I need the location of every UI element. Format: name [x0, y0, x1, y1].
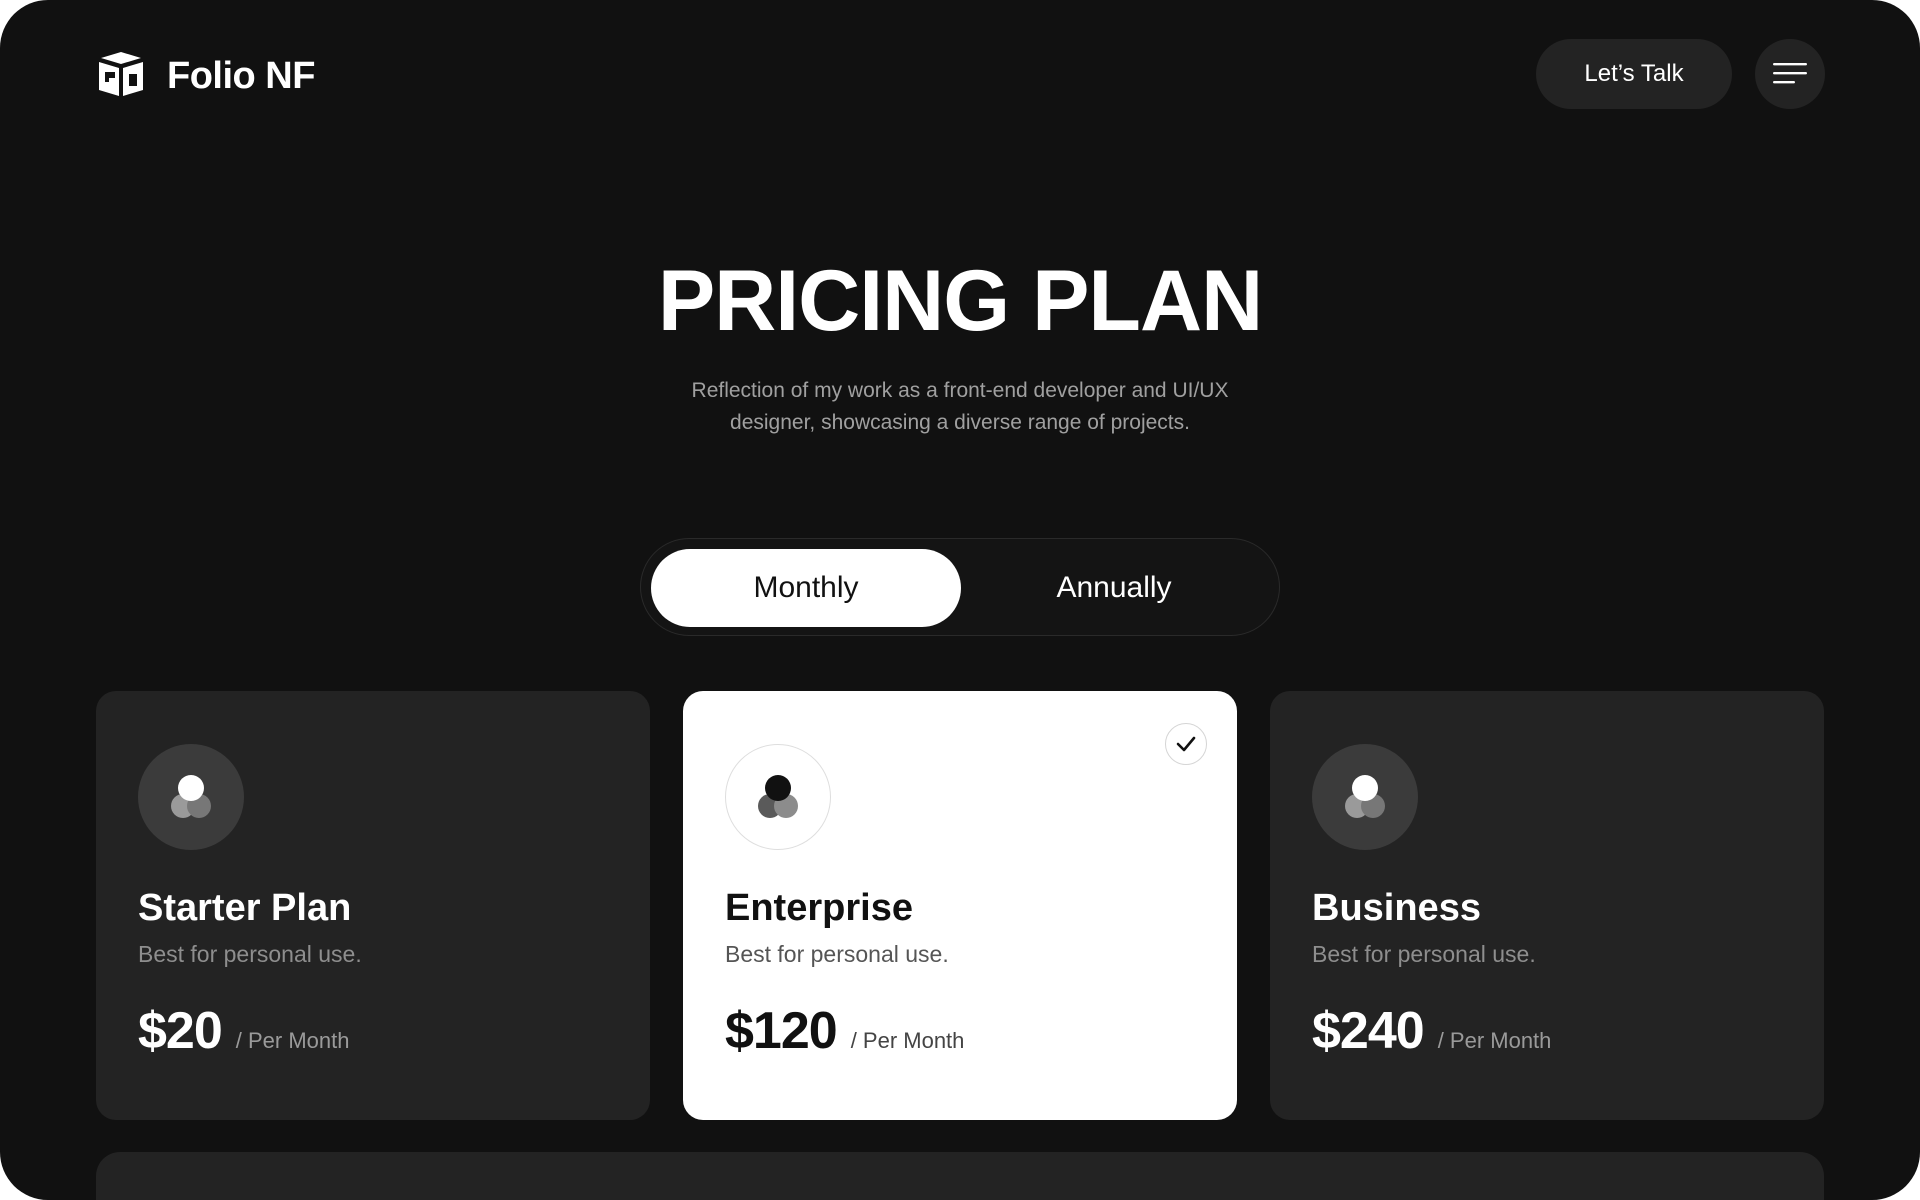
app-frame: Folio NF Let’s Talk PRICING PLAN Reflect… — [0, 0, 1920, 1200]
price-row: $120 / Per Month — [725, 1001, 964, 1061]
billing-toggle: Monthly Annually — [640, 538, 1280, 636]
plan-description: Best for personal use. — [725, 941, 949, 967]
plan-price: $20 — [138, 1002, 223, 1060]
selected-check-icon — [1165, 723, 1207, 765]
subtitle-line-2: designer, showcasing a diverse range of … — [730, 411, 1190, 434]
plan-card-enterprise[interactable]: Enterprise Best for personal use. $120 /… — [683, 691, 1237, 1120]
page-subtitle: Reflection of my work as a front-end dev… — [660, 375, 1260, 439]
toggle-monthly[interactable]: Monthly — [651, 549, 961, 627]
brand-name: Folio NF — [167, 55, 315, 97]
price-row: $20 / Per Month — [138, 1001, 349, 1061]
toggle-annually[interactable]: Annually — [959, 549, 1269, 627]
plan-name: Enterprise — [725, 887, 913, 929]
subtitle-line-1: Reflection of my work as a front-end dev… — [691, 379, 1229, 402]
plan-card-starter[interactable]: Starter Plan Best for personal use. $20 … — [96, 691, 650, 1120]
plan-description: Best for personal use. — [1312, 941, 1536, 967]
lets-talk-button[interactable]: Let’s Talk — [1536, 39, 1732, 109]
plan-price: $120 — [725, 1002, 838, 1060]
cube-logo-icon — [95, 50, 147, 103]
plan-period: / Per Month — [850, 1028, 965, 1053]
page-title: PRICING PLAN — [657, 253, 1263, 349]
menu-button[interactable] — [1755, 39, 1825, 109]
plan-icon — [1312, 744, 1418, 850]
plan-period: / Per Month — [235, 1028, 350, 1053]
brand-logo[interactable]: Folio NF — [95, 50, 315, 103]
plan-icon — [725, 744, 831, 850]
hamburger-menu-icon — [1773, 62, 1807, 87]
plan-name: Starter Plan — [138, 887, 352, 929]
plan-icon — [138, 744, 244, 850]
price-row: $240 / Per Month — [1312, 1001, 1551, 1061]
plan-card-business[interactable]: Business Best for personal use. $240 / P… — [1270, 691, 1824, 1120]
next-section-panel — [96, 1152, 1824, 1200]
plan-price: $240 — [1312, 1002, 1425, 1060]
plan-period: / Per Month — [1437, 1028, 1552, 1053]
plan-name: Business — [1312, 887, 1481, 929]
plan-description: Best for personal use. — [138, 941, 362, 967]
